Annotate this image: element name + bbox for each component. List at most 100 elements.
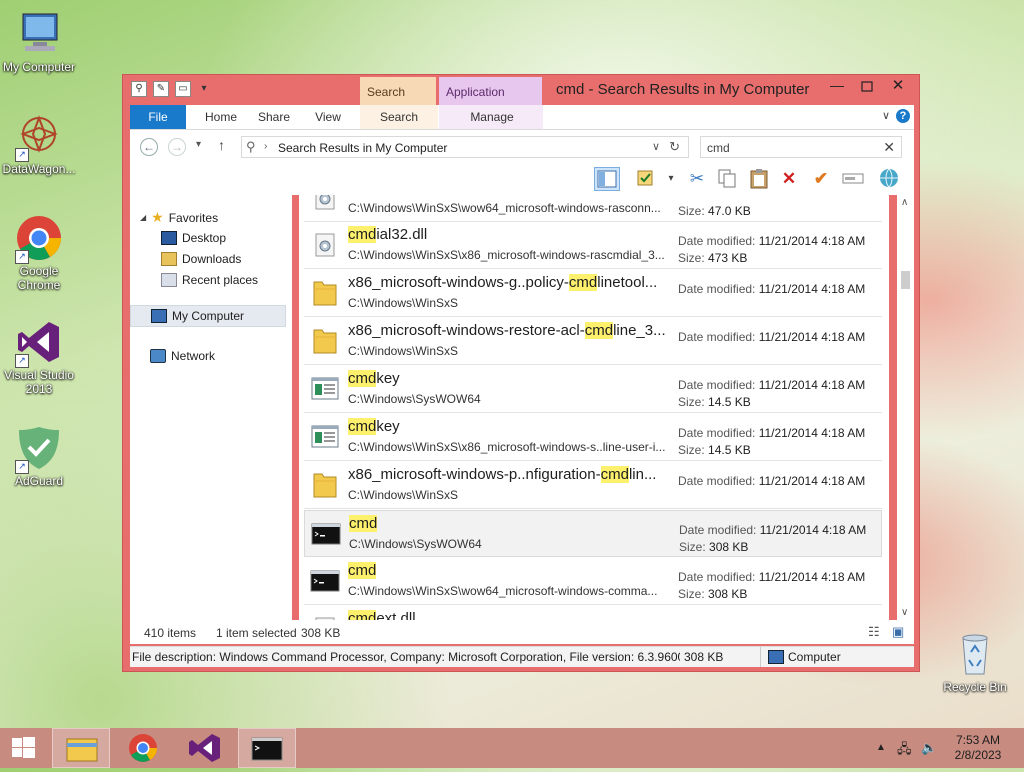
file-row[interactable]: cmdext.dllDate modified: (304, 606, 882, 620)
file-row[interactable]: x86_microsoft-windows-restore-acl-cmdlin… (304, 318, 882, 365)
back-button[interactable]: ← (140, 138, 158, 156)
details-view-icon[interactable]: ☷ (868, 624, 880, 640)
taskbar-chrome[interactable] (114, 728, 172, 768)
context-tab-search-tools: Search Tools (360, 77, 436, 129)
network-tray-icon[interactable]: 🖧 (897, 740, 912, 762)
copy-icon[interactable] (714, 167, 740, 191)
file-date-modified: Date modified: 11/21/2014 4:18 AM (678, 570, 865, 584)
rename-field-icon[interactable] (840, 167, 866, 191)
taskbar-file-explorer[interactable] (52, 728, 110, 768)
maximize-button[interactable] (853, 77, 881, 97)
up-arrow-icon[interactable]: ↑ (218, 137, 225, 153)
star-icon: ★ (151, 209, 164, 225)
file-path: C:\Windows\WinSxS\wow64_microsoft-window… (348, 201, 661, 215)
show-hidden-icons[interactable]: ▲ (876, 742, 886, 753)
details-separator (760, 647, 761, 667)
tab-home[interactable]: Home (196, 105, 246, 129)
scroll-thumb[interactable] (901, 271, 910, 289)
paste-icon[interactable] (746, 167, 772, 191)
properties-globe-icon[interactable] (876, 167, 902, 191)
search-highlight: cmd (568, 274, 598, 291)
folder-icon (310, 327, 340, 355)
qat-dropdown-icon[interactable]: ▾ (197, 82, 211, 96)
desktop-icon-label: Google Chrome (17, 264, 61, 292)
nav-network[interactable]: Network (150, 349, 215, 363)
file-name-post: key (376, 370, 400, 387)
tab-view[interactable]: View (308, 105, 348, 129)
rename-check-icon[interactable]: ✔ (808, 167, 834, 191)
volume-icon[interactable]: 🔈 (921, 740, 937, 756)
downloads-folder-icon (161, 252, 177, 266)
title-bar[interactable]: ⚲ ✎ ▭ ▾ Search Tools Application Tools c… (123, 75, 919, 129)
forward-button[interactable]: → (168, 138, 186, 156)
meta-label: Size: (678, 395, 705, 409)
nav-desktop[interactable]: Desktop (161, 231, 226, 245)
desktop-folder-icon (161, 231, 177, 245)
nav-my-computer[interactable]: My Computer (130, 305, 286, 327)
file-size: Size: 14.5 KB (678, 443, 751, 457)
meta-label: Date modified: (678, 234, 756, 248)
nav-favorites[interactable]: ◢ ★ Favorites (140, 209, 218, 226)
large-icons-view-icon[interactable]: ▣ (892, 624, 904, 640)
desktop-icon-chrome[interactable]: ↗ Google Chrome (0, 214, 78, 292)
vertical-scrollbar[interactable]: ∧ ∨ (897, 195, 914, 620)
nav-recent-places[interactable]: Recent places (161, 273, 258, 287)
meta-label: Size: (678, 587, 705, 601)
file-row[interactable]: cmdial32.dll C:\Windows\WinSxS\x86_micros… (304, 222, 882, 269)
file-row[interactable]: x86_microsoft-windows-p..nfiguration-cmd… (304, 462, 882, 509)
meta-label: Date modified: (678, 330, 756, 344)
file-row[interactable]: C:\Windows\WinSxS\wow64_microsoft-window… (304, 195, 882, 222)
file-size: Size: 308 KB (678, 587, 747, 601)
properties-dropdown-icon[interactable]: ▾ (658, 167, 684, 191)
datawagon-icon: ↗ (15, 112, 63, 162)
magnifier-icon[interactable]: ⚲ (131, 81, 147, 97)
file-path: C:\Windows\WinSxS\wow64_microsoft-window… (348, 584, 658, 598)
file-name: x86_microsoft-windows-p..nfiguration-cmd… (348, 466, 668, 483)
ribbon-expand-icon[interactable]: ∨ (882, 109, 890, 122)
delete-icon[interactable]: ✕ (776, 167, 802, 191)
file-row[interactable]: cmdkey C:\Windows\WinSxS\x86_microsoft-wi… (304, 414, 882, 461)
close-button[interactable]: ✕ (883, 75, 913, 97)
cut-icon[interactable]: ✂ (684, 167, 710, 191)
scroll-down-icon[interactable]: ∨ (901, 607, 908, 618)
taskbar-command-prompt[interactable] (238, 728, 296, 768)
recent-locations-icon[interactable]: ▾ (196, 139, 201, 150)
file-row[interactable]: cmd C:\Windows\WinSxS\wow64_microsoft-win… (304, 558, 882, 605)
nav-downloads-label: Downloads (182, 252, 242, 266)
address-dropdown-icon[interactable]: ∨ (652, 140, 660, 153)
desktop-icon-adguard[interactable]: ↗ AdGuard (0, 424, 78, 488)
new-folder-icon[interactable]: ▭ (175, 81, 191, 97)
tab-manage[interactable]: Manage (460, 105, 524, 129)
file-row[interactable]: cmdkey C:\Windows\SysWOW64 Date modified: … (304, 366, 882, 413)
desktop-icon-datawagon[interactable]: ↗ DataWagon... (0, 112, 78, 176)
tab-search[interactable]: Search (368, 105, 430, 129)
refresh-icon[interactable]: ↻ (669, 139, 680, 155)
desktop-icon-recycle-bin[interactable]: Recycle Bin (936, 630, 1014, 694)
application-icon (310, 375, 340, 403)
file-row[interactable]: x86_microsoft-windows-g..policy-cmdlinet… (304, 270, 882, 317)
taskbar-visual-studio[interactable] (176, 728, 234, 768)
desktop-icon-visual-studio[interactable]: ↗ Visual Studio 2013 (0, 318, 78, 396)
nav-downloads[interactable]: Downloads (161, 252, 241, 266)
properties-check-button[interactable] (632, 167, 658, 191)
tab-file[interactable]: File (130, 105, 186, 129)
folder-icon (310, 471, 340, 499)
address-input[interactable]: ⚲ › Search Results in My Computer ∨ ↻ (241, 136, 689, 158)
file-row[interactable]: cmd C:\Windows\SysWOW64 Date modified: 11/… (304, 510, 882, 557)
taskbar-clock[interactable]: 7:53 AM 2/8/2023 (946, 733, 1010, 763)
breadcrumb-chevron-icon[interactable]: › (264, 141, 267, 152)
details-location: Computer (788, 650, 841, 664)
expand-icon[interactable]: ◢ (140, 213, 146, 222)
search-input[interactable]: cmd ✕ (700, 136, 902, 158)
desktop-icon-my-computer[interactable]: My Computer (0, 10, 78, 74)
help-icon[interactable]: ? (896, 109, 910, 123)
scroll-up-icon[interactable]: ∧ (901, 197, 908, 208)
properties-icon[interactable]: ✎ (153, 81, 169, 97)
start-button[interactable] (0, 728, 48, 768)
minimize-button[interactable]: — (823, 77, 851, 97)
clock-time: 7:53 AM (955, 733, 1001, 747)
clear-search-icon[interactable]: ✕ (883, 139, 895, 156)
file-date-modified: Date modified: 11/21/2014 4:18 AM (679, 523, 866, 537)
preview-pane-button[interactable] (594, 167, 620, 191)
tab-share[interactable]: Share (252, 105, 296, 129)
